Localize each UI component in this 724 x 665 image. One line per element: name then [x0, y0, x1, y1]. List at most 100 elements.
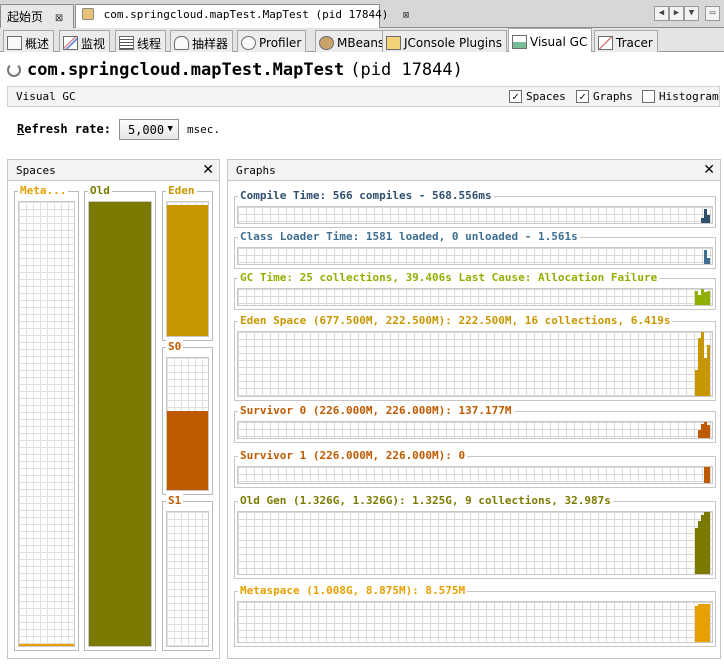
space-label: Old: [88, 184, 112, 197]
refresh-rate-label: Refresh rate:: [17, 122, 111, 136]
spaces-panel: Meta... Old Eden S0 S1: [7, 181, 220, 659]
checkbox-label: Histogram: [659, 90, 719, 103]
close-icon[interactable]: ⊠: [55, 13, 63, 24]
checkbox-checked-icon[interactable]: ✓: [509, 90, 522, 103]
monitor-icon: [63, 36, 78, 50]
space-label: S0: [166, 340, 184, 353]
refresh-rate-units: msec.: [186, 122, 221, 136]
tab-label: Tracer: [616, 36, 653, 50]
graph-old-gen: Old Gen (1.326G, 1.326G): 1.325G, 9 coll…: [234, 494, 716, 579]
spaces-panel-header: Spaces ✕: [7, 159, 220, 181]
graph-bar: [707, 512, 710, 574]
view-options-bar: Visual GC ✓ Spaces ✓ Graphs Histogram: [7, 86, 720, 107]
refresh-rate-row: Refresh rate: 5,000 ▼ msec.: [17, 118, 220, 140]
refresh-rate-value: 5,000: [127, 122, 165, 137]
graph-title: Survivor 1 (226.000M, 226.000M): 0: [238, 449, 468, 462]
graphs-panel-header: Graphs ✕: [227, 159, 721, 181]
graph-plot: [237, 206, 713, 224]
close-icon[interactable]: ⊠: [403, 10, 409, 21]
refresh-rate-select[interactable]: 5,000 ▼: [118, 118, 179, 140]
graph-plot: [237, 247, 713, 265]
space-label: S1: [166, 494, 184, 507]
graph-plot: [237, 421, 713, 439]
tab-label: 起始页: [7, 10, 44, 24]
chevron-down-icon: ▼: [167, 123, 173, 134]
graph-plot: [237, 466, 713, 484]
space-fill: [167, 204, 208, 336]
graph-plot: [237, 331, 713, 397]
close-icon[interactable]: ✕: [703, 162, 715, 178]
graphs-checkbox[interactable]: ✓ Graphs: [576, 90, 633, 103]
graph-class-loader: Class Loader Time: 1581 loaded, 0 unload…: [234, 230, 716, 269]
space-label: Meta...: [18, 184, 69, 197]
loading-spinner-icon: [7, 63, 21, 77]
tab-label: MBeans: [337, 36, 385, 50]
tab-sampler[interactable]: 抽样器: [170, 30, 234, 52]
page-title: com.springcloud.mapTest.MapTest (pid 178…: [7, 58, 463, 82]
tab-profiler[interactable]: Profiler: [237, 30, 307, 52]
app-name: com.springcloud.mapTest.MapTest: [27, 60, 345, 80]
scroll-right-icon[interactable]: ▶: [669, 6, 684, 21]
space-survivor-1: S1: [162, 494, 213, 651]
graph-survivor-1: Survivor 1 (226.000M, 226.000M): 0: [234, 449, 716, 488]
graph-title: Survivor 0 (226.000M, 226.000M): 137.177…: [238, 404, 514, 417]
space-fill: [19, 644, 74, 646]
mbeans-icon: [319, 36, 334, 50]
tab-navigation: ◀ ▶ ▼ ▭: [654, 6, 720, 21]
tab-start-page[interactable]: 起始页 ⊠: [0, 4, 74, 28]
tab-label: 线程: [137, 36, 162, 51]
tracer-icon: [598, 36, 613, 50]
graph-plot: [237, 288, 713, 306]
tab-threads[interactable]: 线程: [115, 30, 167, 52]
sampler-icon: [174, 36, 189, 50]
space-eden: Eden: [162, 184, 213, 341]
tab-list-icon[interactable]: ▼: [684, 6, 699, 21]
space-old: Old: [84, 184, 156, 651]
tab-jconsole-plugins[interactable]: JConsole Plugins: [382, 30, 507, 52]
maximize-icon[interactable]: ▭: [705, 6, 720, 21]
close-icon[interactable]: ✕: [202, 162, 214, 178]
graph-bar: [707, 425, 710, 438]
threads-icon: [119, 36, 134, 50]
tab-maptest-app[interactable]: com.springcloud.mapTest.MapTest (pid 178…: [75, 4, 409, 29]
tab-mbeans[interactable]: MBeans: [315, 30, 390, 52]
tab-label: 抽样器: [192, 36, 229, 51]
space-label: Eden: [166, 184, 197, 197]
view-label: Visual GC: [16, 90, 76, 103]
graph-title: Old Gen (1.326G, 1.326G): 1.325G, 9 coll…: [238, 494, 613, 507]
graph-bar: [707, 257, 710, 264]
jconsole-icon: [386, 36, 401, 50]
app-tab-icon: [82, 8, 94, 20]
checkbox-unchecked-icon[interactable]: [642, 90, 655, 103]
tab-label: JConsole Plugins: [404, 36, 502, 50]
spaces-checkbox[interactable]: ✓ Spaces: [509, 90, 566, 103]
space-fill: [89, 202, 151, 646]
tool-tab-bar: 概述 监视 线程 抽样器 Profiler MBeans JConsole Pl…: [0, 28, 724, 52]
graph-bar: [707, 344, 710, 396]
document-tab-bar: 起始页 ⊠ com.springcloud.mapTest.MapTest (p…: [0, 0, 724, 29]
app-pid: (pid 17844): [350, 60, 463, 80]
tab-label: 监视: [81, 36, 106, 51]
graph-plot: [237, 511, 713, 575]
tab-monitor[interactable]: 监视: [59, 30, 111, 52]
graph-bar: [707, 604, 710, 642]
overview-icon: [7, 36, 22, 50]
checkbox-checked-icon[interactable]: ✓: [576, 90, 589, 103]
graph-title: GC Time: 25 collections, 39.406s Last Ca…: [238, 271, 660, 284]
tab-overview[interactable]: 概述: [3, 30, 55, 52]
visualgc-icon: [512, 35, 527, 49]
spaces-panel-title: Spaces: [16, 164, 56, 177]
graph-bar: [707, 215, 710, 223]
scroll-left-icon[interactable]: ◀: [654, 6, 669, 21]
tab-label: Visual GC: [530, 35, 588, 49]
tab-label: 概述: [25, 36, 50, 51]
graph-metaspace: Metaspace (1.008G, 8.875M): 8.575M: [234, 584, 716, 647]
tab-label: Profiler: [259, 36, 302, 50]
tab-visual-gc[interactable]: Visual GC: [508, 28, 593, 52]
histogram-checkbox[interactable]: Histogram: [642, 90, 719, 103]
tab-tracer[interactable]: Tracer: [594, 30, 658, 52]
checkbox-label: Spaces: [526, 90, 566, 103]
tab-label: com.springcloud.mapTest.MapTest (pid 178…: [103, 8, 389, 21]
graph-survivor-0: Survivor 0 (226.000M, 226.000M): 137.177…: [234, 404, 716, 443]
graph-gc-time: GC Time: 25 collections, 39.406s Last Ca…: [234, 271, 716, 310]
